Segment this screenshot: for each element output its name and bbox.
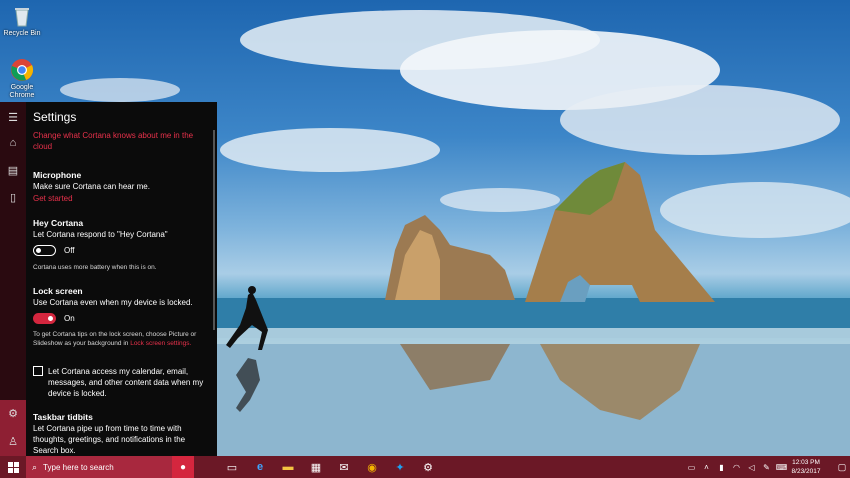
taskbar-clock[interactable]: 12:03 PM 8/23/2017 (782, 458, 830, 476)
lock-screen-toggle[interactable] (33, 313, 56, 324)
lock-screen-toggle-state: On (64, 314, 75, 323)
get-started-link[interactable]: Get started (33, 193, 208, 204)
page-title: Settings (33, 110, 77, 124)
taskbar-apps: ▭ e ▬ ▦ ✉ ◉ ✦ ⚙ (218, 456, 442, 478)
search-box[interactable]: ⌕ Type here to search ● (26, 456, 194, 478)
desktop-icon-recycle-bin[interactable]: Recycle Bin (0, 4, 44, 38)
notebook-icon[interactable]: ▤ (0, 157, 26, 183)
desktop-icon-label: Google Chrome (9, 84, 35, 99)
taskbar: ⌕ Type here to search ● ▭ e ▬ ▦ ✉ ◉ ✦ ⚙ … (0, 456, 850, 478)
action-center-icon[interactable]: ▭ (684, 463, 699, 472)
hey-cortana-heading: Hey Cortana (33, 218, 84, 228)
panel-scrollbar[interactable] (213, 130, 215, 330)
clock-time: 12:03 PM (792, 459, 820, 466)
cortana-knows-link[interactable]: Change what Cortana knows about me in th… (33, 130, 203, 152)
settings-gear-icon[interactable]: ⚙ (0, 400, 26, 426)
chrome-icon (10, 58, 34, 82)
lock-screen-settings-link[interactable]: Lock screen settings. (130, 340, 191, 347)
chevron-up-icon[interactable]: ˄ (699, 463, 714, 472)
desktop-icon-chrome[interactable]: Google Chrome (0, 58, 44, 100)
network-icon[interactable]: ◠ (729, 463, 744, 472)
hamburger-menu-icon[interactable]: ☰ (0, 104, 26, 130)
cortana-settings-panel: Settings Change what Cortana knows about… (26, 102, 217, 456)
lock-screen-heading: Lock screen (33, 286, 83, 296)
chrome-icon[interactable]: ◉ (358, 456, 386, 478)
task-view-icon[interactable]: ▭ (218, 456, 246, 478)
volume-icon[interactable]: ◁ (744, 463, 759, 472)
microphone-heading: Microphone (33, 170, 82, 180)
hey-cortana-toggle[interactable] (33, 245, 56, 256)
taskbar-tidbits-description: Let Cortana pipe up from time to time wi… (33, 424, 186, 455)
lock-screen-access-checkbox[interactable] (33, 366, 43, 376)
windows-logo-icon (7, 461, 19, 473)
clock-date: 8/23/2017 (791, 468, 821, 475)
system-tray: ▭ ˄ ▮ ◠ ◁ ✎ ⌨ (684, 456, 789, 478)
recycle-bin-icon (10, 4, 34, 28)
pen-icon[interactable]: ✎ (759, 463, 774, 472)
mail-icon[interactable]: ✉ (330, 456, 358, 478)
search-icon: ⌕ (32, 461, 38, 472)
taskbar-tidbits-heading: Taskbar tidbits (33, 412, 93, 422)
cortana-sidebar-lower: ⚙ ♙ (0, 400, 26, 456)
hey-cortana-note: Cortana uses more battery when this is o… (33, 264, 157, 271)
feedback-icon[interactable]: ▯ (0, 184, 26, 210)
battery-icon[interactable]: ▮ (714, 463, 729, 472)
microphone-description: Make sure Cortana can hear me. (33, 182, 150, 191)
file-explorer-icon[interactable]: ▬ (274, 456, 302, 478)
store-icon[interactable]: ▦ (302, 456, 330, 478)
lock-screen-description: Use Cortana even when my device is locke… (33, 298, 193, 307)
lock-screen-access-label: Let Cortana access my calendar, email, m… (48, 367, 204, 398)
edge-icon[interactable]: e (246, 456, 274, 478)
microphone-icon[interactable]: ● (172, 456, 194, 478)
start-button[interactable] (0, 456, 26, 478)
hey-cortana-description: Let Cortana respond to "Hey Cortana" (33, 230, 168, 239)
settings-icon[interactable]: ⚙ (414, 456, 442, 478)
cortana-sidebar: ☰ ⌂ ▤ ▯ ⚙ ♙ (0, 102, 26, 456)
desktop-icon-label: Recycle Bin (3, 30, 41, 37)
twitter-icon[interactable]: ✦ (386, 456, 414, 478)
notification-center-icon[interactable]: ▢ (834, 456, 850, 478)
home-icon[interactable]: ⌂ (0, 130, 26, 156)
hey-cortana-toggle-state: Off (64, 246, 75, 255)
feedback-person-icon[interactable]: ♙ (0, 428, 26, 454)
search-placeholder: Type here to search (43, 462, 114, 472)
lock-screen-note: To get Cortana tips on the lock screen, … (33, 330, 213, 348)
